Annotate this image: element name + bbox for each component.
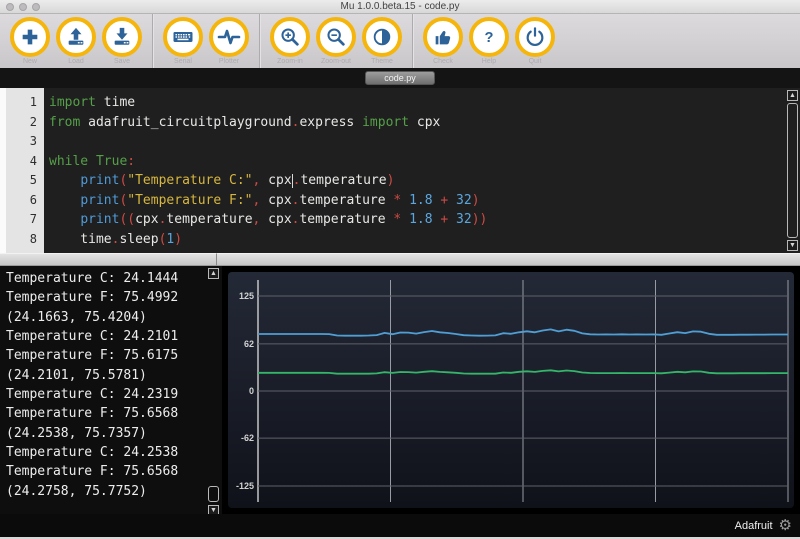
theme-button[interactable]: Theme: [362, 17, 402, 65]
power-icon: [515, 17, 555, 57]
zoom-out-button[interactable]: Zoom-out: [316, 17, 356, 65]
splitter-handle-left[interactable]: [0, 253, 217, 266]
gear-icon[interactable]: ⚙: [779, 518, 792, 533]
line-number: 6: [6, 191, 44, 211]
scrollbar-thumb[interactable]: [787, 103, 798, 238]
console-line: (24.2538, 75.7357): [6, 424, 216, 443]
code-line: print((cpx.temperature, cpx.temperature …: [49, 210, 784, 230]
check-button[interactable]: Check: [423, 17, 463, 65]
code-line: from adafruit_circuitplayground.express …: [49, 113, 784, 133]
download-icon: [102, 17, 142, 57]
scroll-up-icon[interactable]: ▲: [208, 268, 219, 279]
line-number: 7: [6, 210, 44, 230]
button-label: Theme: [371, 58, 393, 65]
code-editor[interactable]: 12345678 import timefrom adafruit_circui…: [0, 88, 800, 253]
pane-splitter[interactable]: [0, 253, 800, 266]
plotter-button[interactable]: Plotter: [209, 17, 249, 65]
svg-text:0: 0: [249, 386, 254, 396]
scroll-down-icon[interactable]: ▼: [787, 240, 798, 251]
new-button[interactable]: New: [10, 17, 50, 65]
plotter-pane: 125 62 0 -62 -125: [222, 266, 800, 514]
title-bar: Mu 1.0.0.beta.15 - code.py: [0, 0, 800, 14]
button-label: Help: [482, 58, 496, 65]
button-label: Zoom-out: [321, 58, 351, 65]
serial-console[interactable]: Temperature C: 24.1444Temperature F: 75.…: [0, 266, 222, 514]
status-bar: Adafruit ⚙: [0, 514, 800, 539]
svg-text:125: 125: [239, 291, 254, 301]
plot-canvas: 125 62 0 -62 -125: [228, 272, 794, 508]
tab-code-py[interactable]: code.py: [365, 71, 435, 85]
load-button[interactable]: Load: [56, 17, 96, 65]
code-line: time.sleep(1): [49, 230, 784, 250]
tab-bar: code.py: [0, 68, 800, 88]
console-line: Temperature C: 24.1444: [6, 269, 216, 288]
svg-text:-125: -125: [236, 481, 254, 491]
line-number: 5: [6, 171, 44, 191]
console-line: (24.2101, 75.5781): [6, 366, 216, 385]
zoom-in-icon: [270, 17, 310, 57]
svg-text:-62: -62: [241, 433, 254, 443]
button-label: Check: [433, 58, 453, 65]
editor-scrollbar[interactable]: ▲ ▼: [786, 90, 798, 251]
upload-icon: [56, 17, 96, 57]
line-number: 8: [6, 230, 44, 250]
line-number: 4: [6, 152, 44, 172]
console-scrollbar[interactable]: ▲ ▼: [207, 268, 219, 512]
scroll-up-icon[interactable]: ▲: [787, 90, 798, 101]
console-line: Temperature F: 75.6175: [6, 346, 216, 365]
splitter-handle-right[interactable]: [217, 253, 800, 266]
help-button[interactable]: ? Help: [469, 17, 509, 65]
window-title: Mu 1.0.0.beta.15 - code.py: [0, 1, 800, 12]
question-icon: ?: [469, 17, 509, 57]
scrollbar-thumb[interactable]: [208, 486, 219, 502]
line-number: 2: [6, 113, 44, 133]
button-label: Zoom-in: [277, 58, 303, 65]
console-line: Temperature F: 75.6568: [6, 462, 216, 481]
button-label: Save: [114, 58, 130, 65]
save-button[interactable]: Save: [102, 17, 142, 65]
line-number: 1: [6, 93, 44, 113]
code-line: import time: [49, 93, 784, 113]
button-label: New: [23, 58, 37, 65]
button-label: Serial: [174, 58, 192, 65]
mode-label: Adafruit: [735, 520, 773, 532]
console-line: Temperature F: 75.6568: [6, 404, 216, 423]
code-line: [49, 132, 784, 152]
button-label: Load: [68, 58, 84, 65]
console-line: (24.2758, 75.7752): [6, 482, 216, 501]
console-line: Temperature C: 24.2101: [6, 327, 216, 346]
serial-button[interactable]: Serial: [163, 17, 203, 65]
thumbs-up-icon: [423, 17, 463, 57]
svg-text:62: 62: [244, 339, 254, 349]
svg-text:?: ?: [485, 30, 494, 46]
button-label: Quit: [529, 58, 542, 65]
bottom-panes: Temperature C: 24.1444Temperature F: 75.…: [0, 266, 800, 514]
line-number: 3: [6, 132, 44, 152]
console-line: Temperature C: 24.2319: [6, 385, 216, 404]
mu-editor-window: Mu 1.0.0.beta.15 - code.py New Load Sav: [0, 0, 800, 539]
toolbar: New Load Save Serial: [0, 14, 800, 68]
code-line: while True:: [49, 152, 784, 172]
scroll-down-icon[interactable]: ▼: [208, 505, 219, 514]
button-label: Plotter: [219, 58, 239, 65]
pulse-icon: [209, 17, 249, 57]
contrast-icon: [362, 17, 402, 57]
code-line: print("Temperature C:", cpx.temperature): [49, 171, 784, 191]
console-line: Temperature F: 75.4992: [6, 288, 216, 307]
console-line: (24.1663, 75.4204): [6, 308, 216, 327]
temperature-plot: 125 62 0 -62 -125: [228, 272, 794, 508]
code-area[interactable]: import timefrom adafruit_circuitplaygrou…: [44, 88, 784, 253]
zoom-in-button[interactable]: Zoom-in: [270, 17, 310, 65]
plus-icon: [10, 17, 50, 57]
zoom-out-icon: [316, 17, 356, 57]
keyboard-icon: [163, 17, 203, 57]
console-line: Temperature C: 24.2538: [6, 443, 216, 462]
quit-button[interactable]: Quit: [515, 17, 555, 65]
line-number-gutter: 12345678: [0, 88, 44, 253]
code-line: print("Temperature F:", cpx.temperature …: [49, 191, 784, 211]
